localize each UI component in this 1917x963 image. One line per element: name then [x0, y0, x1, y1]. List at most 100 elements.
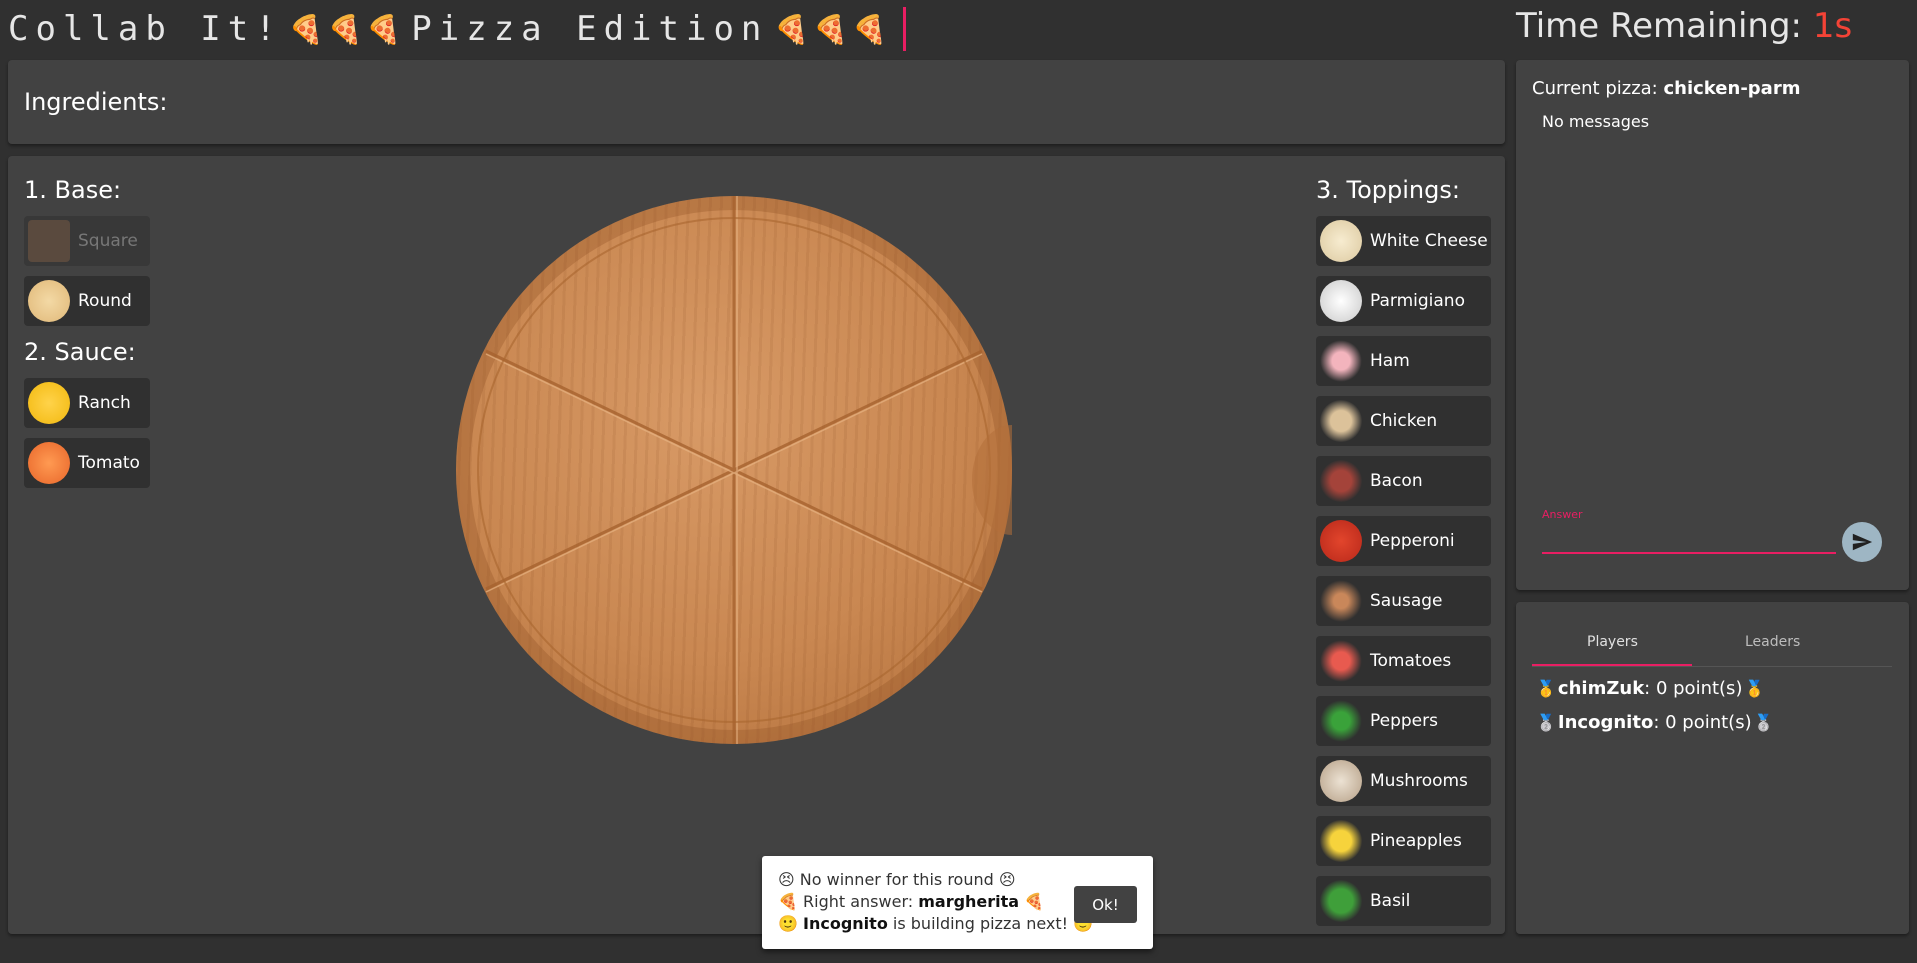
pizza-icon: 🍕🍕🍕 — [774, 12, 891, 46]
topping-button-mushrooms[interactable]: Mushrooms — [1316, 756, 1491, 806]
topping-label: Pepperoni — [1370, 531, 1455, 551]
smile-icon: 🙂 — [778, 914, 798, 933]
chicken-icon — [1320, 400, 1362, 442]
answer-label: Answer — [1542, 508, 1583, 521]
player-item: 🥈 Incognito : 0 point(s) 🥈 — [1534, 712, 1776, 733]
silver-medal-icon: 🥈 — [1536, 713, 1556, 732]
topping-button-basil[interactable]: Basil — [1316, 876, 1491, 926]
topping-button-peppers[interactable]: Peppers — [1316, 696, 1491, 746]
sauce-label: Ranch — [78, 393, 131, 413]
no-messages: No messages — [1542, 112, 1650, 131]
topping-button-pepperoni[interactable]: Pepperoni — [1316, 516, 1491, 566]
title-suffix: Pizza Edition — [411, 9, 769, 49]
tomato-sauce-icon — [28, 442, 70, 484]
topping-button-ham[interactable]: Ham — [1316, 336, 1491, 386]
send-button[interactable] — [1842, 522, 1882, 562]
square-dough-icon — [28, 220, 70, 262]
pineapples-icon — [1320, 820, 1362, 862]
player-name: chimZuk — [1557, 678, 1645, 699]
toast-line-next: 🙂 Incognito is building pizza next! 🙂 — [778, 914, 1093, 933]
topping-label: Ham — [1370, 351, 1410, 371]
board-cut-lines — [477, 196, 1012, 744]
current-pizza: Current pizza: chicken-parm — [1532, 78, 1800, 99]
pizza-board[interactable] — [456, 196, 1012, 744]
pizza-icon: 🍕 — [778, 892, 798, 911]
right-answer-value: margherita — [918, 892, 1020, 911]
toppings-title: 3. Toppings: — [1316, 176, 1460, 204]
ham-icon — [1320, 340, 1362, 382]
base-round-button[interactable]: Round — [24, 276, 150, 326]
base-label: Round — [78, 291, 132, 311]
tab-indicator — [1532, 664, 1692, 666]
ranch-icon — [28, 382, 70, 424]
base-label: Square — [78, 231, 138, 251]
bacon-icon — [1320, 460, 1362, 502]
sauce-label: Tomato — [78, 453, 140, 473]
right-answer-label: Right answer: — [803, 892, 919, 911]
sad-face-icon: 😣 — [778, 870, 795, 889]
tab-players[interactable]: Players — [1587, 634, 1638, 650]
current-pizza-value: chicken-parm — [1663, 78, 1801, 99]
sauce-ranch-button[interactable]: Ranch — [24, 378, 150, 428]
topping-button-tomatoes[interactable]: Tomatoes — [1316, 636, 1491, 686]
round-result-toast: 😣 No winner for this round 😣 🍕 Right ans… — [762, 856, 1153, 949]
no-winner-text: No winner for this round — [799, 870, 994, 889]
pizza-builder-panel: 1. Base: Square Round 2. Sauce: Ranch To… — [8, 156, 1505, 934]
topping-button-pineapples[interactable]: Pineapples — [1316, 816, 1491, 866]
topping-label: Mushrooms — [1370, 771, 1468, 791]
topping-label: Parmigiano — [1370, 291, 1465, 311]
pizza-icon: 🍕🍕🍕 — [288, 12, 406, 46]
topping-label: Chicken — [1370, 411, 1438, 431]
player-points: : 0 point(s) — [1653, 712, 1752, 733]
sausage-icon — [1320, 580, 1362, 622]
chat-panel: Current pizza: chicken-parm No messages … — [1516, 60, 1909, 590]
toast-line-answer: 🍕 Right answer: margherita 🍕 — [778, 892, 1044, 911]
topping-label: White Cheese — [1370, 231, 1488, 251]
topping-label: Pineapples — [1370, 831, 1462, 851]
gold-medal-icon: 🥇 — [1536, 679, 1556, 698]
timer-value: 1s — [1812, 6, 1853, 46]
base-title: 1. Base: — [24, 176, 122, 204]
players-panel: Players Leaders 🥇 chimZuk : 0 point(s) 🥇… — [1516, 602, 1909, 934]
player-points: : 0 point(s) — [1644, 678, 1743, 699]
tab-divider — [1532, 666, 1892, 667]
ingredients-panel: Ingredients: — [8, 60, 1505, 144]
round-dough-icon — [28, 280, 70, 322]
topping-label: Sausage — [1370, 591, 1443, 611]
sad-face-icon: 😣 — [998, 870, 1016, 889]
current-pizza-label: Current pizza: — [1532, 78, 1658, 99]
send-icon — [1852, 533, 1873, 551]
timer-label: Time Remaining: — [1516, 6, 1803, 46]
topping-button-sausage[interactable]: Sausage — [1316, 576, 1491, 626]
gold-medal-icon: 🥇 — [1744, 679, 1765, 698]
answer-input[interactable] — [1542, 522, 1836, 554]
sauce-title: 2. Sauce: — [24, 338, 136, 366]
player-name: Incognito — [1557, 712, 1654, 733]
topping-button-chicken[interactable]: Chicken — [1316, 396, 1491, 446]
topping-button-white-cheese[interactable]: White Cheese — [1316, 216, 1491, 266]
ingredients-label: Ingredients: — [24, 88, 168, 116]
silver-medal-icon: 🥈 — [1753, 713, 1774, 732]
mushrooms-icon — [1320, 760, 1362, 802]
peppers-icon — [1320, 700, 1362, 742]
topping-button-bacon[interactable]: Bacon — [1316, 456, 1491, 506]
title-prefix: Collab It! — [8, 9, 283, 49]
sauce-tomato-button[interactable]: Tomato — [24, 438, 150, 488]
base-square-button[interactable]: Square — [24, 216, 150, 266]
topping-label: Bacon — [1370, 471, 1423, 491]
basil-icon — [1320, 880, 1362, 922]
topping-label: Tomatoes — [1370, 651, 1452, 671]
tab-leaders[interactable]: Leaders — [1745, 634, 1800, 650]
ok-button[interactable]: Ok! — [1074, 886, 1137, 923]
next-player-name: Incognito — [803, 914, 888, 933]
time-remaining: Time Remaining: 1s — [1516, 6, 1852, 46]
topping-button-parmigiano[interactable]: Parmigiano — [1316, 276, 1491, 326]
next-player-text: is building pizza next! — [887, 914, 1069, 933]
parmigiano-icon — [1320, 280, 1362, 322]
player-item: 🥇 chimZuk : 0 point(s) 🥇 — [1534, 678, 1766, 699]
text-cursor — [903, 7, 906, 51]
tomatoes-icon — [1320, 640, 1362, 682]
pizza-icon: 🍕 — [1024, 892, 1045, 911]
topping-label: Basil — [1370, 891, 1411, 911]
toast-line-no-winner: 😣 No winner for this round 😣 — [778, 870, 1016, 889]
